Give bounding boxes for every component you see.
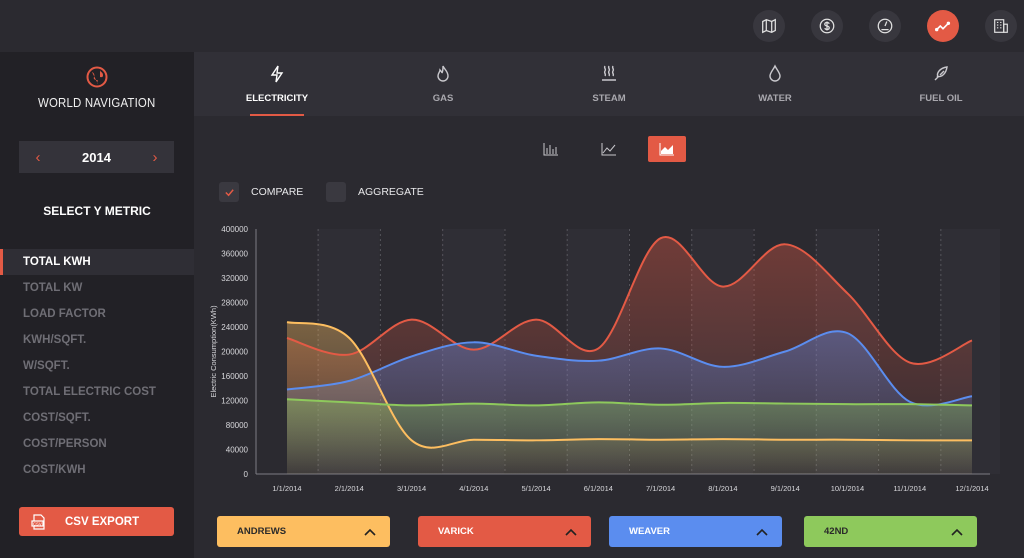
legend-item[interactable]: ANDREWS bbox=[217, 516, 390, 547]
csv-export-label: CSV EXPORT bbox=[65, 515, 140, 528]
tab-label: STEAM bbox=[592, 93, 626, 104]
y-tick-label: 160000 bbox=[221, 372, 248, 381]
chevron-up-icon bbox=[364, 528, 376, 536]
metric-item[interactable]: W/SQFT. bbox=[0, 353, 194, 379]
tab-label: WATER bbox=[758, 93, 792, 104]
year-value: 2014 bbox=[82, 149, 111, 165]
dollar-icon[interactable] bbox=[811, 10, 843, 42]
tab-gas[interactable]: GAS bbox=[393, 52, 493, 116]
area-chart-icon[interactable] bbox=[648, 136, 686, 162]
line-chart-icon[interactable] bbox=[590, 136, 628, 162]
year-selector: ‹ 2014 › bbox=[19, 141, 174, 173]
drop-icon bbox=[769, 64, 781, 82]
chevron-right-icon[interactable]: › bbox=[148, 149, 162, 166]
legend-label: WEAVER bbox=[629, 526, 670, 537]
svg-text:CSV: CSV bbox=[33, 521, 42, 526]
steam-icon bbox=[602, 65, 616, 81]
compare-checkbox[interactable]: COMPARE bbox=[219, 182, 303, 202]
x-tick-label: 10/1/2014 bbox=[831, 484, 864, 493]
chevron-left-icon[interactable]: ‹ bbox=[31, 149, 45, 166]
x-tick-label: 7/1/2014 bbox=[646, 484, 675, 493]
check-icon bbox=[224, 188, 234, 196]
globe-icon bbox=[86, 66, 108, 88]
tab-label: GAS bbox=[432, 93, 454, 104]
y-tick-label: 360000 bbox=[221, 250, 248, 259]
tab-water[interactable]: WATER bbox=[725, 52, 825, 116]
x-tick-label: 8/1/2014 bbox=[708, 484, 737, 493]
tab-electricity[interactable]: ELECTRICITY bbox=[227, 52, 327, 116]
x-tick-label: 6/1/2014 bbox=[584, 484, 613, 493]
legend-label: ANDREWS bbox=[237, 526, 287, 537]
csv-export-button[interactable]: CSV CSV EXPORT bbox=[19, 507, 174, 536]
x-tick-label: 11/1/2014 bbox=[893, 484, 926, 493]
map-icon[interactable] bbox=[753, 10, 785, 42]
legend-label: VARICK bbox=[438, 526, 474, 537]
y-tick-label: 280000 bbox=[221, 299, 248, 308]
bolt-icon bbox=[270, 65, 284, 83]
fuel-icon bbox=[934, 66, 948, 81]
metric-list: TOTAL KWH TOTAL KW LOAD FACTOR KWH/SQFT. W/S… bbox=[0, 249, 194, 483]
metric-item[interactable]: COST/SQFT. bbox=[0, 405, 194, 431]
legend-item[interactable]: 42ND bbox=[804, 516, 977, 547]
checkbox-box[interactable] bbox=[219, 182, 239, 202]
metric-item[interactable]: COST/PERSON bbox=[0, 431, 194, 457]
chevron-up-icon bbox=[951, 528, 963, 536]
y-tick-label: 240000 bbox=[221, 323, 248, 332]
active-tab-indicator bbox=[250, 114, 304, 116]
chevron-up-icon bbox=[756, 528, 768, 536]
tab-label: ELECTRICITY bbox=[245, 93, 309, 104]
y-tick-label: 80000 bbox=[226, 421, 249, 430]
logo-text: WORLD NAVIGATION bbox=[38, 95, 156, 110]
legend-label: 42ND bbox=[824, 526, 849, 537]
sidebar: WORLD NAVIGATION ‹ 2014 › SELECT Y METRI… bbox=[0, 52, 194, 558]
consumption-area-chart: 0 40000 80000 120000 160000 200000 240000 28000… bbox=[209, 225, 1000, 493]
x-tick-label: 2/1/2014 bbox=[335, 484, 364, 493]
x-tick-label: 9/1/2014 bbox=[771, 484, 800, 493]
metric-item[interactable]: TOTAL KWH bbox=[0, 249, 194, 275]
metric-item[interactable]: TOTAL KW bbox=[0, 275, 194, 301]
utility-tabs: ELECTRICITY GAS STEAM WATER FUEL OIL bbox=[194, 52, 1024, 116]
y-tick-label: 40000 bbox=[226, 446, 249, 455]
x-tick-label: 12/1/2014 bbox=[955, 484, 988, 493]
top-bar bbox=[0, 0, 1024, 52]
x-tick-label: 4/1/2014 bbox=[459, 484, 488, 493]
chevron-up-icon bbox=[565, 528, 577, 536]
x-tick-label: 3/1/2014 bbox=[397, 484, 426, 493]
y-metric-title: SELECT Y METRIC bbox=[43, 204, 151, 218]
building-icon[interactable] bbox=[985, 10, 1017, 42]
tab-label: FUEL OIL bbox=[919, 93, 963, 104]
y-tick-label: 400000 bbox=[221, 225, 248, 234]
x-tick-label: 1/1/2014 bbox=[272, 484, 301, 493]
bar-chart-icon[interactable] bbox=[532, 136, 570, 162]
y-tick-label: 0 bbox=[244, 470, 249, 479]
aggregate-label: AGGREGATE bbox=[358, 186, 424, 198]
gauge-icon[interactable] bbox=[869, 10, 901, 42]
aggregate-checkbox[interactable]: AGGREGATE bbox=[326, 182, 424, 202]
compare-label: COMPARE bbox=[251, 186, 304, 198]
x-tick-label: 5/1/2014 bbox=[521, 484, 550, 493]
legend-item[interactable]: VARICK bbox=[418, 516, 591, 547]
trend-icon[interactable] bbox=[927, 10, 959, 42]
legend-item[interactable]: WEAVER bbox=[609, 516, 782, 547]
metric-item[interactable]: LOAD FACTOR bbox=[0, 301, 194, 327]
csv-file-icon: CSV bbox=[31, 513, 45, 530]
metric-item[interactable]: TOTAL ELECTRIC COST bbox=[0, 379, 194, 405]
checkbox-box[interactable] bbox=[326, 182, 346, 202]
tab-steam[interactable]: STEAM bbox=[559, 52, 659, 116]
flame-icon bbox=[437, 65, 449, 82]
tab-fuel-oil[interactable]: FUEL OIL bbox=[891, 52, 991, 116]
metric-item[interactable]: KWH/SQFT. bbox=[0, 327, 194, 353]
y-tick-label: 320000 bbox=[221, 274, 248, 283]
logo: WORLD NAVIGATION bbox=[0, 66, 194, 112]
metric-item[interactable]: COST/KWH bbox=[0, 457, 194, 483]
y-axis-label: Electric Consumption(KWh) bbox=[209, 305, 218, 398]
y-tick-label: 120000 bbox=[221, 397, 248, 406]
y-tick-label: 200000 bbox=[221, 348, 248, 357]
